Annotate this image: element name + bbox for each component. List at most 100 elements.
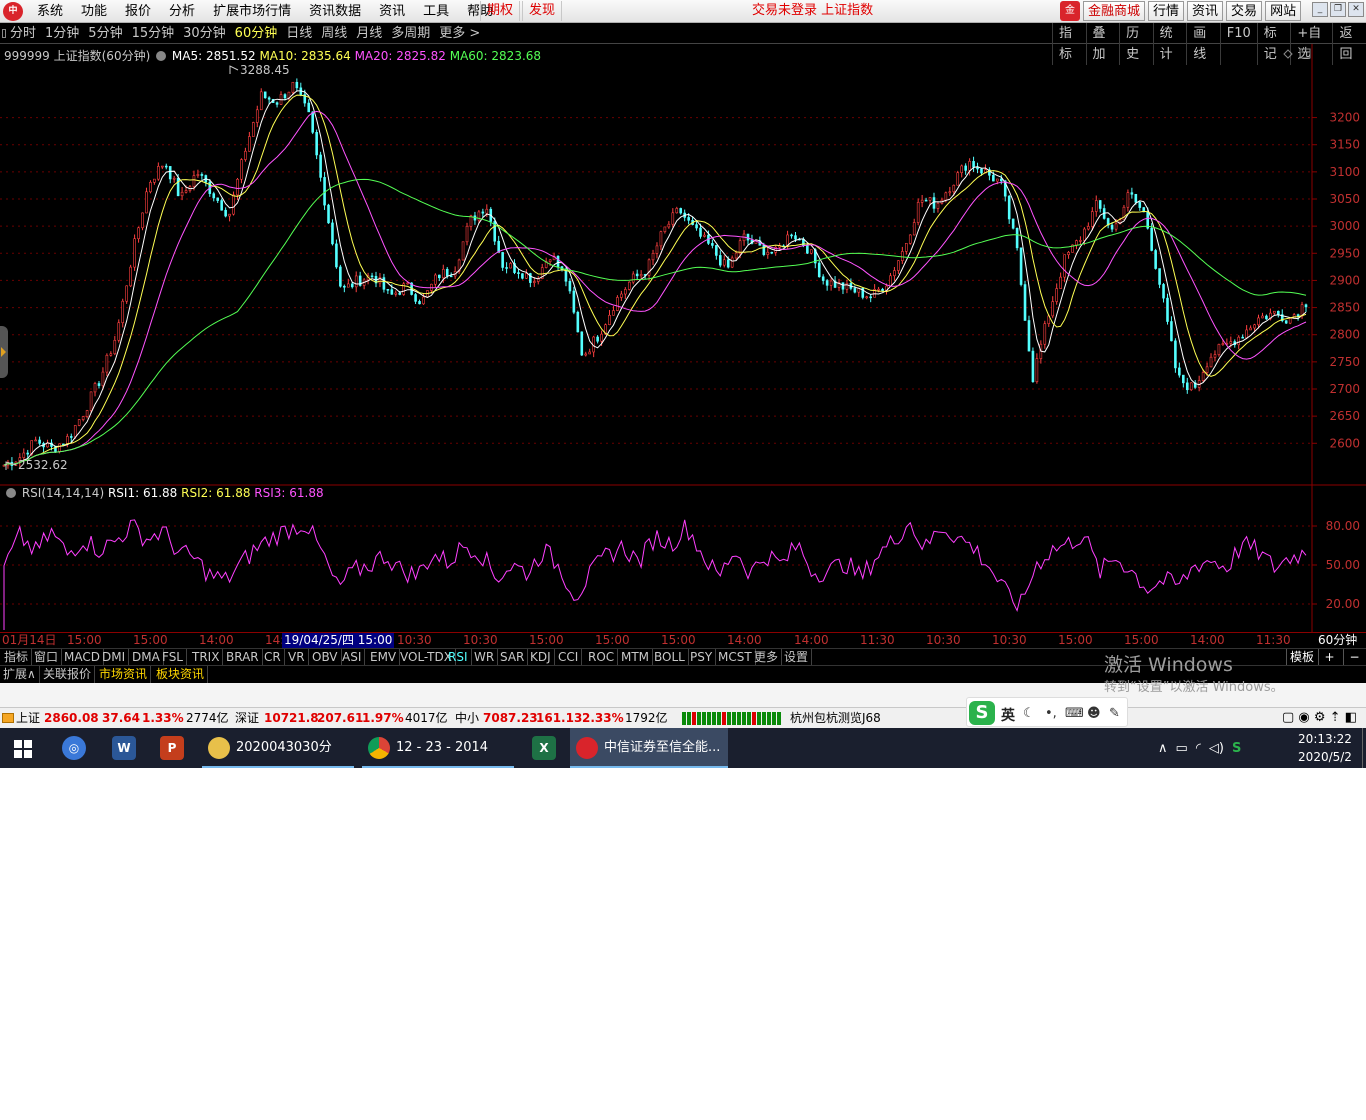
indicator-tab-mcst[interactable]: MCST	[715, 649, 756, 665]
market-button[interactable]: 行情	[1148, 1, 1185, 21]
wifi-icon[interactable]: ◜	[1196, 741, 1201, 756]
menu-ext-market[interactable]: 扩展市场行情	[204, 0, 300, 23]
ime-mode-label[interactable]: 英	[1001, 705, 1015, 725]
menu-options[interactable]: 期权	[480, 1, 521, 21]
menu-tools[interactable]: 工具	[414, 0, 458, 23]
alert-flag-icon[interactable]	[2, 713, 14, 723]
chevron-up-icon[interactable]: ∧	[1158, 741, 1168, 756]
candle-body	[121, 300, 125, 324]
finance-mall-button[interactable]: 金融商城	[1083, 1, 1146, 21]
sz-index-name[interactable]: 深证	[235, 708, 259, 728]
sh-index-name[interactable]: 上证	[16, 708, 40, 728]
presentation-icon[interactable]: P	[160, 736, 184, 760]
news-button[interactable]: 资讯	[1187, 1, 1224, 21]
ime-toolbar[interactable]: S 英 ☾ •, ⌨ ☻ ✎	[966, 697, 1128, 727]
excel-icon[interactable]: X	[532, 736, 556, 760]
word-icon[interactable]: W	[112, 736, 136, 760]
minimize-icon[interactable]: _	[1312, 2, 1328, 17]
period-tab-more[interactable]: 更多 >	[435, 23, 485, 44]
indicator-tab-cr[interactable]: CR	[261, 649, 285, 665]
market-news-tab[interactable]: 市场资讯	[96, 666, 152, 683]
indicator-tab-boll[interactable]: BOLL	[651, 649, 689, 665]
menu-analysis[interactable]: 分析	[160, 0, 204, 23]
menu-system[interactable]: 系统	[28, 0, 72, 23]
period-tab[interactable]: 多周期	[387, 23, 435, 44]
clock[interactable]: 20:13:22 2020/5/2	[1292, 730, 1358, 766]
indicator-tab-macd[interactable]: MACD	[61, 649, 104, 665]
legend-toggle-icon[interactable]	[156, 51, 167, 61]
volume-icon[interactable]: ◁)	[1209, 741, 1224, 756]
period-tab-active[interactable]: 60分钟	[231, 23, 283, 44]
indicator-tab-psy[interactable]: PSY	[687, 649, 717, 665]
candle-body	[224, 209, 227, 217]
add-window-button[interactable]: +	[1318, 649, 1340, 665]
period-tab[interactable]: 15分钟	[128, 23, 180, 44]
status-icons[interactable]: ▢ ◉ ⚙ ⇡ ◧	[1282, 708, 1357, 728]
indicator-tab-rsi[interactable]: RSI	[445, 649, 472, 665]
candle-body	[738, 240, 742, 254]
keyboard-icon[interactable]: ⌨	[1065, 706, 1084, 721]
taskbar-app-trading[interactable]: 中信证券至信全能...	[570, 728, 728, 768]
side-expand-tab[interactable]	[0, 326, 8, 378]
chromium-icon[interactable]: ◎	[62, 736, 86, 760]
sector-news-tab[interactable]: 板块资讯	[153, 666, 209, 683]
finance-mall-icon[interactable]: 金	[1060, 1, 1080, 21]
indicator-tab-[interactable]: 指标	[1, 649, 33, 665]
indicator-tab-cci[interactable]: CCI	[555, 649, 583, 665]
kline-chart-svg[interactable]: 3200 3150 3100 3050 3000 2950 2900 2850 2800 2750…	[0, 44, 1366, 632]
indicator-tab-sar[interactable]: SAR	[497, 649, 529, 665]
period-tab[interactable]: 30分钟	[179, 23, 231, 44]
indicator-tab-mtm[interactable]: MTM	[618, 649, 654, 665]
wrench-icon[interactable]: ✎	[1109, 706, 1120, 721]
candle-body	[38, 439, 41, 444]
menu-discover[interactable]: 发现	[522, 1, 563, 21]
taskbar-app-paint[interactable]: 2020043030分钟...	[202, 728, 354, 795]
ime-tray-icon[interactable]: S	[1232, 741, 1241, 756]
indicator-tab-fsl[interactable]: FSL	[159, 649, 187, 665]
menu-function[interactable]: 功能	[72, 0, 116, 23]
punctuation-icon[interactable]: •,	[1045, 706, 1057, 721]
indicator-tab-dmi[interactable]: DMI	[99, 649, 130, 665]
indicator-tab-[interactable]: 更多	[751, 649, 783, 665]
indicator-tab-vr[interactable]: VR	[285, 649, 309, 665]
indicator-tab-[interactable]: 设置	[781, 649, 813, 665]
menu-info[interactable]: 资讯	[370, 0, 414, 23]
indicator-tab-wr[interactable]: WR	[471, 649, 499, 665]
indicator-tab-brar[interactable]: BRAR	[223, 649, 263, 665]
template-button[interactable]: 模板	[1286, 649, 1317, 665]
period-tab[interactable]: 日线	[282, 23, 317, 44]
taskbar-app-chrome[interactable]: 12 - 23 - 2014 Sh...	[362, 728, 514, 795]
chart-area[interactable]: 3200 3150 3100 3050 3000 2950 2900 2850 2800 2750…	[0, 44, 1366, 632]
period-tab[interactable]: 1分钟	[41, 23, 84, 44]
rsi-toggle-icon[interactable]	[6, 488, 16, 498]
battery-icon[interactable]: ▭	[1176, 741, 1188, 756]
related-quotes-tab[interactable]: 关联报价	[40, 666, 96, 683]
start-windows-icon[interactable]	[14, 740, 32, 758]
show-desktop-button[interactable]	[1362, 728, 1363, 768]
indicator-tab-obv[interactable]: OBV	[309, 649, 342, 665]
indicator-tab-[interactable]: 窗口	[31, 649, 63, 665]
sme-index-name[interactable]: 中小	[455, 708, 479, 728]
sogou-ime-icon[interactable]: S	[969, 701, 995, 725]
website-button[interactable]: 网站	[1265, 1, 1302, 21]
indicator-tab-emv[interactable]: EMV	[367, 649, 401, 665]
app-logo-icon[interactable]: 中	[3, 2, 23, 21]
indicator-tab-asi[interactable]: ASI	[339, 649, 366, 665]
indicator-tab-roc[interactable]: ROC	[585, 649, 619, 665]
expand-panel-tab[interactable]: 扩展∧	[0, 666, 40, 683]
menu-info-data[interactable]: 资讯数据	[300, 0, 370, 23]
indicator-tab-trix[interactable]: TRIX	[189, 649, 224, 665]
indicator-tab-kdj[interactable]: KDJ	[527, 649, 555, 665]
restore-icon[interactable]: ❐	[1330, 2, 1346, 17]
menu-quote[interactable]: 报价	[116, 0, 160, 23]
period-tab[interactable]: 周线	[317, 23, 352, 44]
candle-body	[960, 165, 964, 174]
moon-icon[interactable]: ☾	[1023, 706, 1035, 721]
close-icon[interactable]: ✕	[1348, 2, 1364, 17]
period-tab[interactable]: 月线	[352, 23, 387, 44]
user-icon[interactable]: ☻	[1087, 706, 1101, 721]
period-tab[interactable]: 分时	[6, 23, 41, 44]
period-tab[interactable]: 5分钟	[84, 23, 127, 44]
trade-button[interactable]: 交易	[1226, 1, 1263, 21]
remove-window-button[interactable]: −	[1343, 649, 1365, 665]
